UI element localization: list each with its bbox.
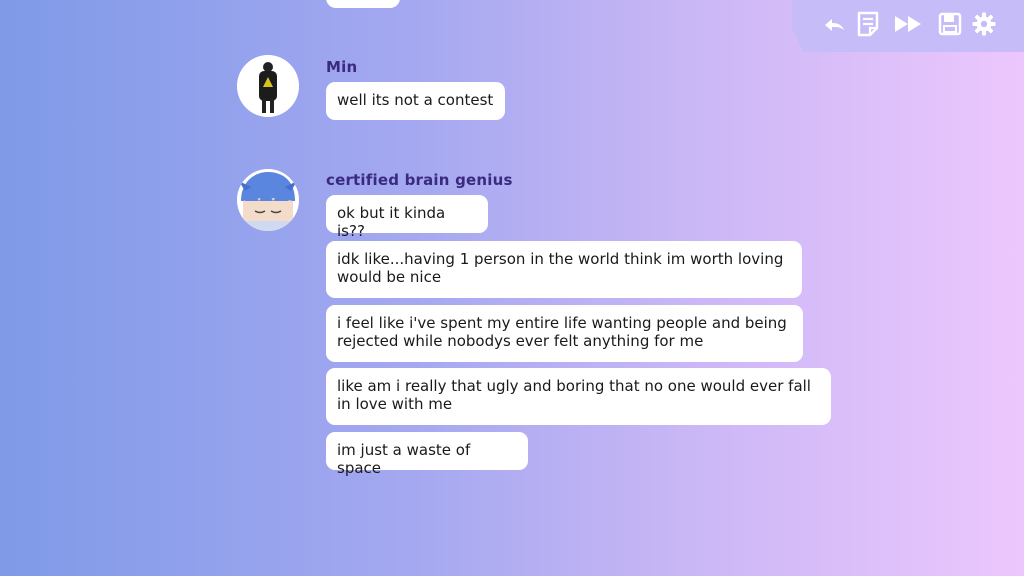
message-bubble: im just a waste of space [326,432,528,477]
previous-message-bubble [326,0,400,8]
avatar-min [237,55,299,117]
settings-icon[interactable] [970,10,998,38]
quick-menu-bar [792,0,1024,52]
sender-name-min: Min [326,58,358,76]
save-icon[interactable] [936,10,964,38]
avatar-certified-brain-genius [237,169,299,231]
message-bubble: like am i really that ugly and boring th… [326,368,831,425]
message-bubble: i feel like i've spent my entire life wa… [326,305,803,362]
message-bubble: idk like...having 1 person in the world … [326,241,802,298]
message-bubble: well its not a contest [326,82,505,120]
log-icon[interactable] [854,10,882,38]
back-icon[interactable] [820,10,848,38]
skip-icon[interactable] [892,10,926,38]
message-bubble: ok but it kinda is?? [326,195,488,240]
sender-name-certified-brain-genius: certified brain genius [326,171,513,189]
